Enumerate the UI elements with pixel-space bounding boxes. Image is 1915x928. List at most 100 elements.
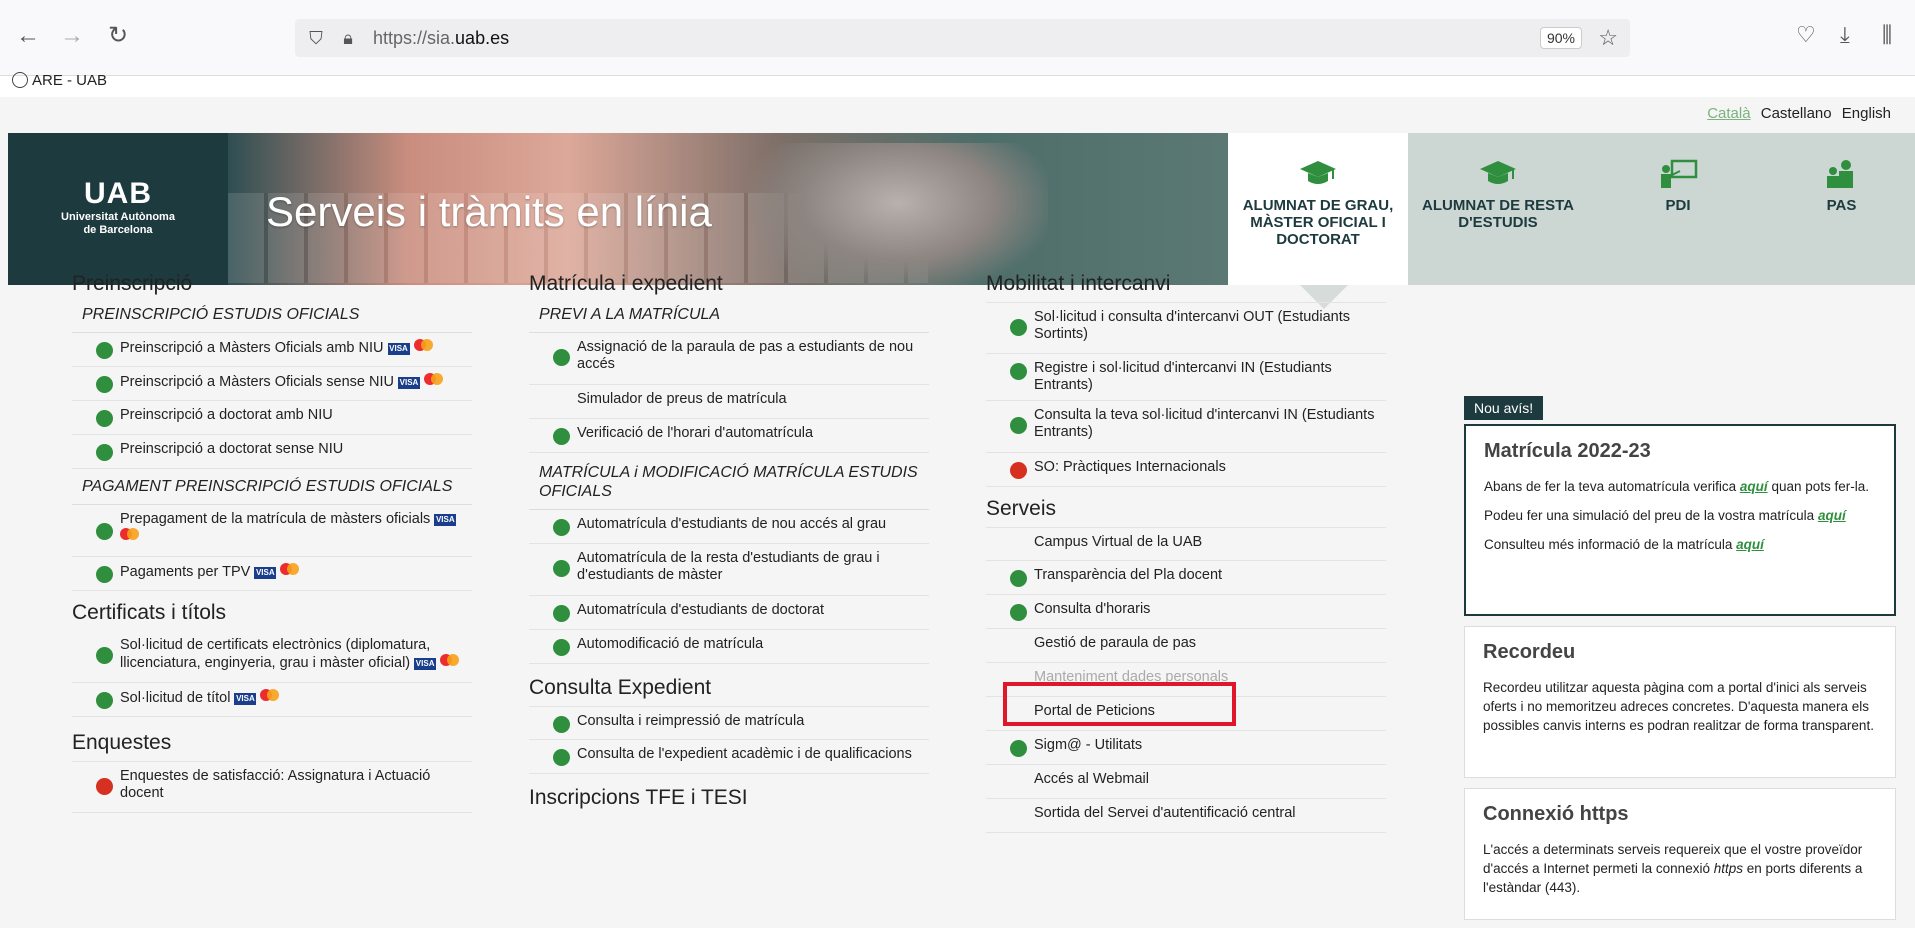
visa-icon: VISA xyxy=(414,658,437,670)
uab-logo[interactable]: UAB Universitat Autònoma de Barcelona xyxy=(8,133,228,285)
tab-alumnat-grau[interactable]: ALUMNAT DE GRAU, MÀSTER OFICIAL I DOCTORAT xyxy=(1228,133,1408,285)
section-heading: Inscripcions TFE i TESI xyxy=(529,786,748,809)
status-green-icon xyxy=(553,349,570,366)
lock-icon[interactable]: 🔒︎ xyxy=(337,27,359,49)
status-green-icon xyxy=(96,444,113,461)
panel-title: Recordeu xyxy=(1483,641,1576,663)
status-green-icon xyxy=(1010,570,1027,587)
subsection-heading: PAGAMENT PREINSCRIPCIÓ ESTUDIS OFICIALS xyxy=(72,469,472,505)
list-item[interactable]: Accés al Webmail xyxy=(986,765,1386,799)
column-mobilitat: Mobilitat i intercanvi Sol·licitud i con… xyxy=(986,272,1386,833)
list-item[interactable]: Sortida del Servei d'autentificació cent… xyxy=(986,799,1386,833)
status-green-icon xyxy=(96,647,113,664)
globe-icon xyxy=(12,72,28,88)
list-item[interactable]: Sol·licitud de certificats electrònics (… xyxy=(72,631,472,683)
library-icon[interactable]: ⫼ xyxy=(1882,22,1892,48)
reload-icon[interactable]: ↻ xyxy=(104,22,132,50)
graduation-cap-icon xyxy=(1480,161,1516,184)
lang-catala[interactable]: Català xyxy=(1707,105,1750,122)
list-item[interactable]: Consulta la teva sol·licitud d'intercanv… xyxy=(986,401,1386,453)
list-item[interactable]: Automodificació de matrícula xyxy=(529,630,929,664)
link-verifica[interactable]: aquí xyxy=(1740,479,1768,494)
list-item[interactable]: Campus Virtual de la UAB xyxy=(986,527,1386,561)
list-item[interactable]: Verificació de l'horari d'automatrícula xyxy=(529,419,929,453)
list-item[interactable]: Preinscripció a doctorat amb NIU xyxy=(72,401,472,435)
graduation-cap-icon xyxy=(1300,161,1336,184)
list-item[interactable]: Automatrícula d'estudiants de doctorat xyxy=(529,596,929,630)
subsection-heading: PREVI A LA MATRÍCULA xyxy=(529,302,929,333)
visa-icon: VISA xyxy=(387,343,410,355)
list-item[interactable]: Automatrícula de la resta d'estudiants d… xyxy=(529,544,929,596)
mastercard-icon xyxy=(280,563,300,575)
status-green-icon xyxy=(96,342,113,359)
subsection-heading: PREINSCRIPCIÓ ESTUDIS OFICIALS xyxy=(72,302,472,333)
link-informacio[interactable]: aquí xyxy=(1736,537,1764,552)
pocket-icon[interactable]: ♡ xyxy=(1796,22,1816,48)
bookmark-item[interactable]: ARE - UAB xyxy=(12,72,107,89)
list-item[interactable]: Transparència del Pla docent xyxy=(986,561,1386,595)
tab-alumnat-resta[interactable]: ALUMNAT DE RESTA D'ESTUDIS xyxy=(1408,133,1588,285)
visa-icon: VISA xyxy=(434,514,457,526)
highlight-box xyxy=(1003,682,1236,726)
section-heading: Preinscripció xyxy=(72,272,193,295)
download-icon[interactable]: ⤓ xyxy=(1840,22,1850,48)
bookmark-star-icon[interactable]: ☆ xyxy=(1598,25,1618,51)
status-green-icon xyxy=(1010,417,1027,434)
list-item[interactable]: Simulador de preus de matrícula xyxy=(529,385,929,419)
list-item[interactable]: Gestió de paraula de pas xyxy=(986,629,1386,663)
list-item[interactable]: Registre i sol·licitud d'intercanvi IN (… xyxy=(986,354,1386,401)
list-item[interactable]: Preinscripció a doctorat sense NIU xyxy=(72,435,472,469)
lang-castellano[interactable]: Castellano xyxy=(1761,105,1832,122)
page-title: Serveis i tràmits en línia xyxy=(266,188,712,235)
mastercard-icon xyxy=(260,689,280,701)
shield-icon[interactable]: ⛉ xyxy=(305,27,327,49)
list-item[interactable]: Prepagament de la matrícula de màsters o… xyxy=(72,505,472,557)
recordeu-panel: Recordeu Recordeu utilitzar aquesta pàgi… xyxy=(1464,626,1896,778)
visa-icon: VISA xyxy=(234,693,257,705)
news-panel: Matrícula 2022-23 Abans de fer la teva a… xyxy=(1464,424,1896,616)
column-matricula: Matrícula i expedient PREVI A LA MATRÍCU… xyxy=(529,272,929,816)
list-item[interactable]: Sigm@ - Utilitats xyxy=(986,731,1386,765)
section-heading: Serveis xyxy=(986,497,1057,520)
staff-icon xyxy=(1826,160,1853,188)
list-item[interactable]: Preinscripció a Màsters Oficials amb NIU… xyxy=(72,333,472,367)
list-item[interactable]: Assignació de la paraula de pas a estudi… xyxy=(529,333,929,385)
mastercard-icon xyxy=(120,528,140,540)
column-preinscripcio: Preinscripció PREINSCRIPCIÓ ESTUDIS OFIC… xyxy=(72,272,472,813)
section-heading: Mobilitat i intercanvi xyxy=(986,272,1171,295)
list-item[interactable]: SO: Pràctiques Internacionals xyxy=(986,453,1386,487)
back-arrow-icon[interactable]: ← xyxy=(14,22,42,50)
section-heading: Enquestes xyxy=(72,731,172,754)
list-item[interactable]: Automatrícula d'estudiants de nou accés … xyxy=(529,510,929,544)
status-green-icon xyxy=(96,692,113,709)
status-green-icon xyxy=(96,523,113,540)
news-title: Matrícula 2022-23 xyxy=(1484,440,1651,462)
forward-arrow-icon[interactable]: → xyxy=(58,22,86,50)
list-item[interactable]: Sol·licitud de títol VISA xyxy=(72,683,472,717)
status-green-icon xyxy=(553,560,570,577)
list-item[interactable]: Enquestes de satisfacció: Assignatura i … xyxy=(72,761,472,813)
status-green-icon xyxy=(1010,363,1027,380)
lang-english[interactable]: English xyxy=(1842,105,1891,122)
status-green-icon xyxy=(96,566,113,583)
tab-pdi[interactable]: PDI xyxy=(1588,133,1768,285)
zoom-level[interactable]: 90% xyxy=(1539,27,1582,49)
list-item[interactable]: Preinscripció a Màsters Oficials sense N… xyxy=(72,367,472,401)
status-green-icon xyxy=(96,376,113,393)
status-green-icon xyxy=(553,428,570,445)
mastercard-icon xyxy=(440,654,460,666)
url-bar[interactable]: ⛉ 🔒︎ https://sia.uab.es 90% ☆ xyxy=(295,19,1630,57)
list-item-consulta-horaris[interactable]: Consulta d'horaris xyxy=(986,595,1386,629)
list-item[interactable]: Pagaments per TPV VISA xyxy=(72,557,472,591)
status-green-icon xyxy=(1010,604,1027,621)
url-text[interactable]: https://sia.uab.es xyxy=(373,28,509,49)
section-heading: Certificats i títols xyxy=(72,601,227,624)
list-item[interactable]: Consulta i reimpressió de matrícula xyxy=(529,706,929,740)
list-item[interactable]: Sol·licitud i consulta d'intercanvi OUT … xyxy=(986,302,1386,354)
tab-pas[interactable]: PAS xyxy=(1768,133,1915,285)
list-item[interactable]: Consulta de l'expedient acadèmic i de qu… xyxy=(529,740,929,774)
status-red-icon xyxy=(1010,462,1027,479)
status-green-icon xyxy=(553,749,570,766)
link-simulacio[interactable]: aquí xyxy=(1818,508,1846,523)
browser-toolbar: ← → ↻ ⛉ 🔒︎ https://sia.uab.es 90% ☆ ♡ ⤓ … xyxy=(0,0,1915,76)
